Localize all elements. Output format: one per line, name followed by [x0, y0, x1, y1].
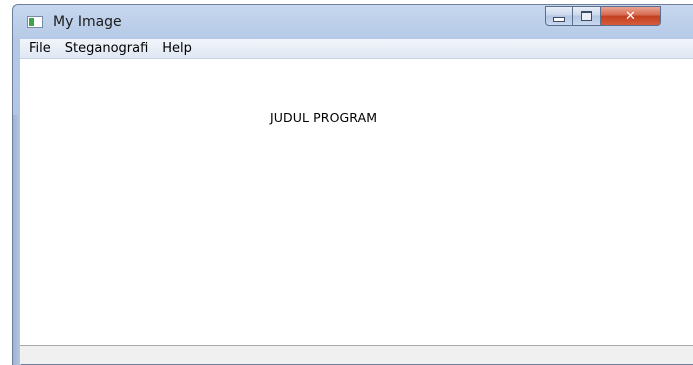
- program-title-label: JUDUL PROGRAM: [270, 110, 378, 125]
- menu-bar: File Steganografi Help: [20, 39, 693, 59]
- app-window: My Image ✕ File Steganografi Help JUDUL …: [12, 4, 693, 365]
- menu-help[interactable]: Help: [155, 39, 199, 58]
- client-area: JUDUL PROGRAM: [20, 59, 693, 345]
- title-bar[interactable]: My Image ✕: [13, 5, 693, 37]
- app-window-icon[interactable]: [27, 16, 43, 28]
- menu-file[interactable]: File: [20, 39, 58, 58]
- minimize-button[interactable]: [545, 6, 573, 26]
- maximize-icon: [581, 11, 592, 21]
- menu-steganografi[interactable]: Steganografi: [58, 39, 156, 58]
- window-title: My Image: [53, 14, 122, 30]
- close-icon: ✕: [625, 8, 636, 24]
- close-button[interactable]: ✕: [601, 6, 661, 26]
- status-bar: [20, 345, 693, 364]
- maximize-button[interactable]: [573, 6, 601, 26]
- desktop-background: [0, 0, 12, 365]
- minimize-icon: [553, 16, 565, 22]
- caption-buttons: ✕: [545, 6, 661, 28]
